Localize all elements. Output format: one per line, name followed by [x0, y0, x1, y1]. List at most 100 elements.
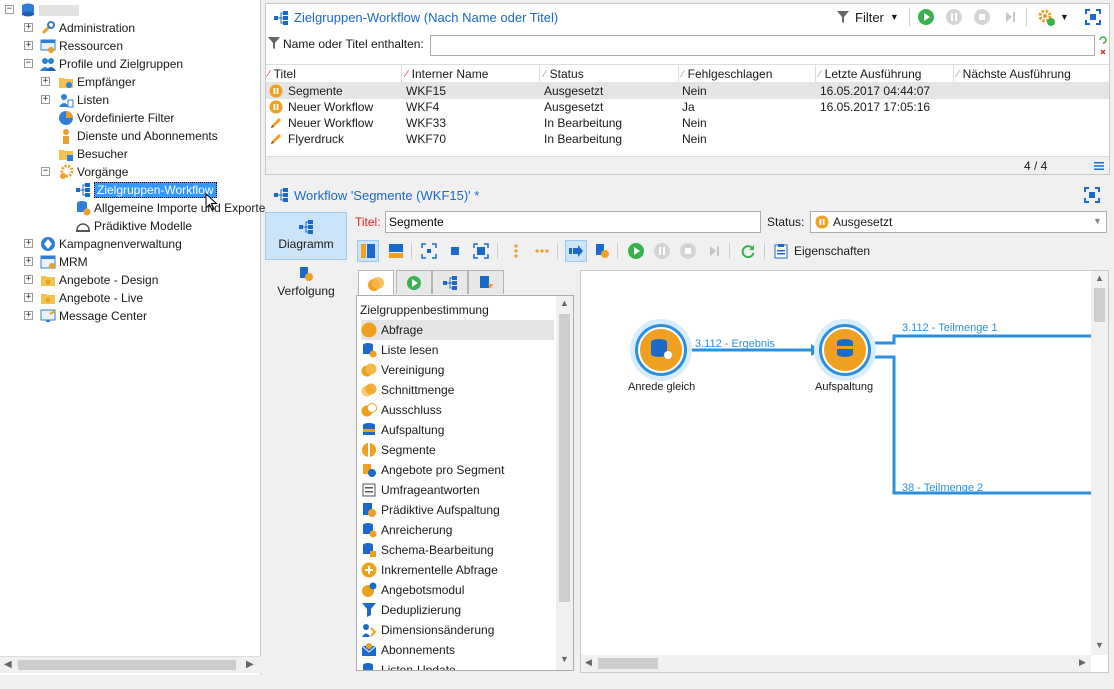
palette-item[interactable]: Angebote pro Segment: [361, 460, 554, 480]
column-separator[interactable]: [401, 65, 402, 82]
palette-tab-flow-control[interactable]: [396, 270, 432, 294]
workflow-canvas[interactable]: Anrede gleich Aufspaltung 3.112 - Ergebn…: [580, 270, 1109, 673]
palette-tab-targeting[interactable]: [358, 270, 394, 296]
pause-button[interactable]: [651, 240, 673, 262]
expand-toggle[interactable]: +: [24, 293, 33, 302]
stop-icon[interactable]: [973, 8, 991, 26]
expand-toggle[interactable]: +: [24, 239, 33, 248]
stop-button[interactable]: [677, 240, 699, 262]
scroll-left-icon[interactable]: ◀: [585, 657, 592, 668]
scroll-right-icon[interactable]: ▶: [1079, 657, 1086, 668]
expand-toggle[interactable]: +: [41, 95, 50, 104]
palette-item[interactable]: Abfrage: [361, 320, 554, 340]
zoom-fit-button[interactable]: [418, 240, 440, 262]
activity-split-node[interactable]: [814, 319, 876, 381]
tree-item-administration[interactable]: Administration: [40, 19, 135, 37]
scroll-down-icon[interactable]: ▼: [1095, 640, 1104, 650]
expand-toggle[interactable]: +: [24, 23, 33, 32]
step-icon[interactable]: [1001, 8, 1019, 26]
tree-item-vordefinierte-filter[interactable]: Vordefinierte Filter: [58, 109, 174, 127]
properties-button[interactable]: Eigenschaften: [773, 241, 870, 261]
tree-root[interactable]: [20, 1, 79, 19]
scroll-left-icon[interactable]: ◀: [4, 659, 12, 670]
scroll-up-icon[interactable]: ▲: [1095, 273, 1104, 283]
maximize-icon[interactable]: [1084, 187, 1100, 203]
zoom-100-button[interactable]: [444, 240, 466, 262]
start-icon[interactable]: [917, 8, 935, 26]
tree-item-angebote-live[interactable]: Angebote - Live: [40, 289, 143, 307]
refresh-button[interactable]: [737, 240, 759, 262]
column-header-letzte-ausfuehrung[interactable]: ∕ Letzte Ausführung: [819, 66, 921, 82]
column-separator[interactable]: [953, 65, 954, 82]
workflow-properties-button[interactable]: [591, 240, 613, 262]
palette-item[interactable]: Abonnements: [361, 640, 554, 660]
table-row[interactable]: Segmente WKF15 Ausgesetzt Nein 16.05.201…: [266, 83, 1109, 99]
palette-item[interactable]: Angebotsmodul: [361, 580, 554, 600]
scrollbar-thumb[interactable]: [598, 658, 658, 669]
table-row[interactable]: Flyerdruck WKF70 In Bearbeitung Nein: [266, 131, 1109, 147]
scroll-down-icon[interactable]: ▼: [560, 654, 569, 664]
tree-item-dienste[interactable]: Dienste und Abonnements: [58, 127, 218, 145]
expand-toggle[interactable]: +: [24, 275, 33, 284]
horizontal-scrollbar[interactable]: ◀ ▶: [581, 655, 1091, 672]
palette-item[interactable]: Liste lesen: [361, 340, 554, 360]
tree-item-angebote-design[interactable]: Angebote - Design: [40, 271, 158, 289]
palette-item[interactable]: Anreicherung: [361, 520, 554, 540]
transition-subset-1[interactable]: [870, 334, 1091, 345]
tree-item-vorgaenge[interactable]: Vorgänge: [58, 163, 128, 181]
palette-item[interactable]: Prädiktive Aufspaltung: [361, 500, 554, 520]
palette-item[interactable]: Dimensionsänderung: [361, 620, 554, 640]
column-separator[interactable]: [815, 65, 816, 82]
titel-input[interactable]: [385, 211, 761, 233]
transition-mode-button[interactable]: [565, 240, 587, 262]
column-separator[interactable]: [539, 65, 540, 82]
tab-verfolgung[interactable]: Verfolgung: [265, 264, 347, 312]
tree-item-kampagnenverwaltung[interactable]: Kampagnenverwaltung: [40, 235, 182, 253]
transition-subset-2[interactable]: [870, 355, 1091, 495]
palette-tab-actions[interactable]: [432, 270, 468, 294]
step-button[interactable]: [703, 240, 725, 262]
tree-item-ressourcen[interactable]: Ressourcen: [40, 37, 123, 55]
refresh-stack-icon[interactable]: [1098, 35, 1108, 57]
palette-item[interactable]: Ausschluss: [361, 400, 554, 420]
palette-item[interactable]: Segmente: [361, 440, 554, 460]
column-separator[interactable]: [678, 65, 679, 82]
layout-horizontal-button[interactable]: [357, 240, 379, 262]
palette-item[interactable]: Umfrageantworten: [361, 480, 554, 500]
column-header-fehlgeschlagen[interactable]: ∕ Fehlgeschlagen: [682, 66, 772, 82]
tree-item-listen[interactable]: Listen: [58, 91, 109, 109]
expand-toggle[interactable]: +: [24, 41, 33, 50]
palette-item[interactable]: Listen-Update: [361, 660, 554, 670]
collapse-toggle[interactable]: −: [5, 5, 14, 14]
scrollbar-thumb[interactable]: [559, 314, 570, 602]
palette-item[interactable]: Inkrementelle Abfrage: [361, 560, 554, 580]
column-header-interner-name[interactable]: ∕ Interner Name: [406, 66, 488, 82]
palette-item[interactable]: Vereinigung: [361, 360, 554, 380]
scrollbar-thumb[interactable]: [1094, 288, 1105, 322]
palette-item[interactable]: Aufspaltung: [361, 420, 554, 440]
list-menu-icon[interactable]: [1093, 160, 1105, 172]
align-horizontal-button[interactable]: [531, 240, 553, 262]
vertical-scrollbar[interactable]: ▲ ▼: [1091, 271, 1108, 655]
tree-item-zielgruppen-workflow[interactable]: Zielgruppen-Workflow: [75, 181, 217, 199]
tree-item-empfaenger[interactable]: Empfänger: [58, 73, 136, 91]
align-vertical-button[interactable]: [505, 240, 527, 262]
actions-menu-button[interactable]: ▼: [1036, 7, 1069, 27]
status-select[interactable]: Ausgesetzt ▼: [810, 211, 1107, 233]
collapse-toggle[interactable]: −: [41, 167, 50, 176]
palette-tab-events[interactable]: [468, 270, 504, 294]
collapse-toggle[interactable]: −: [24, 59, 33, 68]
scrollbar-thumb[interactable]: [18, 660, 236, 670]
palette-item[interactable]: Schema-Bearbeitung: [361, 540, 554, 560]
zoom-page-button[interactable]: [470, 240, 492, 262]
navigation-tree[interactable]: − + Administration + Ressourcen − Profil…: [0, 0, 265, 675]
vertical-scrollbar[interactable]: ▲ ▼: [556, 296, 573, 670]
search-input[interactable]: [430, 35, 1095, 56]
layout-vertical-button[interactable]: [385, 240, 407, 262]
scroll-right-icon[interactable]: ▶: [246, 659, 254, 670]
column-header-status[interactable]: ∕ Status: [544, 66, 584, 82]
tree-item-mrm[interactable]: MRM: [40, 253, 88, 271]
filter-button[interactable]: Filter ▼: [836, 7, 899, 27]
expand-toggle[interactable]: +: [41, 77, 50, 86]
tree-item-profile[interactable]: Profile und Zielgruppen: [40, 55, 183, 73]
